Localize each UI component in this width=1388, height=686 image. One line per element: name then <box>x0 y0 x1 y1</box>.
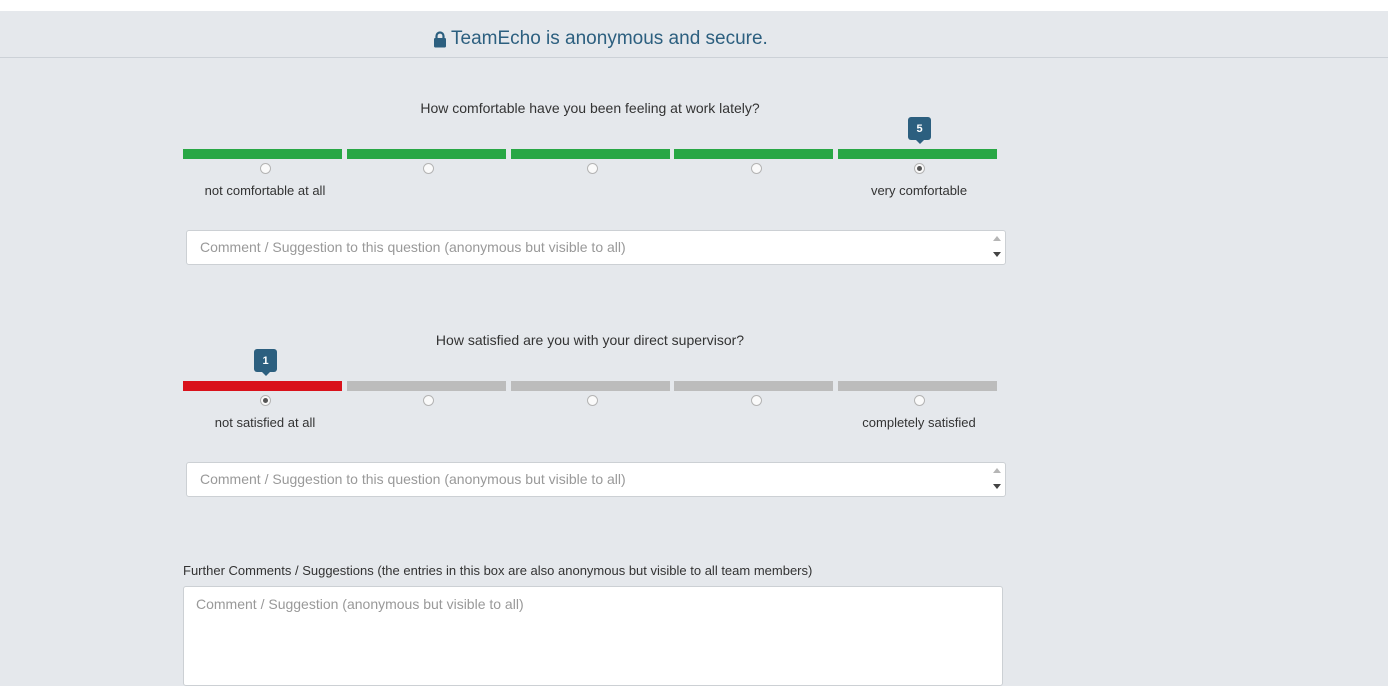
scale-segment-2[interactable] <box>347 149 506 159</box>
scroll-arrows[interactable] <box>990 232 1004 263</box>
comment-placeholder: Comment / Suggestion to this question (a… <box>200 239 626 255</box>
scale-segment-5[interactable] <box>838 381 997 391</box>
scroll-arrows[interactable] <box>990 464 1004 495</box>
further-comments-label: Further Comments / Suggestions (the entr… <box>183 563 813 578</box>
scale-segment-3[interactable] <box>511 149 670 159</box>
scale-segment-1[interactable] <box>183 149 342 159</box>
lock-icon <box>433 30 447 48</box>
question-2-high-label: completely satisfied <box>862 415 976 430</box>
scroll-down-icon[interactable] <box>993 252 1001 257</box>
rating-radio-4[interactable] <box>751 395 762 406</box>
scroll-down-icon[interactable] <box>993 484 1001 489</box>
scale-segment-4[interactable] <box>674 149 833 159</box>
question-2-low-label: not satisfied at all <box>214 415 316 430</box>
rating-radio-5[interactable] <box>914 163 925 174</box>
scroll-up-icon[interactable] <box>993 468 1001 473</box>
question-2-comment-field[interactable]: Comment / Suggestion to this question (a… <box>186 462 1006 497</box>
rating-radio-5[interactable] <box>914 395 925 406</box>
comment-placeholder: Comment / Suggestion to this question (a… <box>200 471 626 487</box>
rating-radio-3[interactable] <box>587 163 598 174</box>
scale-segment-4[interactable] <box>674 381 833 391</box>
rating-radio-2[interactable] <box>423 163 434 174</box>
selected-value-tooltip: 5 <box>908 117 931 144</box>
rating-radio-3[interactable] <box>587 395 598 406</box>
question-1-title: How comfortable have you been feeling at… <box>420 100 760 116</box>
rating-radio-1[interactable] <box>260 163 271 174</box>
rating-radio-2[interactable] <box>423 395 434 406</box>
scale-segment-2[interactable] <box>347 381 506 391</box>
rating-radio-4[interactable] <box>751 163 762 174</box>
scale-segment-5[interactable] <box>838 149 997 159</box>
further-comments-textarea[interactable]: Comment / Suggestion (anonymous but visi… <box>183 586 1003 686</box>
question-1-high-label: very comfortable <box>870 183 968 198</box>
scroll-up-icon[interactable] <box>993 236 1001 241</box>
security-text: TeamEcho is anonymous and secure. <box>451 28 768 49</box>
security-notice: TeamEcho is anonymous and secure. <box>433 28 768 50</box>
top-strip <box>0 0 1388 11</box>
scale-segment-1[interactable] <box>183 381 342 391</box>
question-2-title: How satisfied are you with your direct s… <box>435 332 745 348</box>
question-1-comment-field[interactable]: Comment / Suggestion to this question (a… <box>186 230 1006 265</box>
further-comments-placeholder: Comment / Suggestion (anonymous but visi… <box>196 596 524 612</box>
selected-value-tooltip: 1 <box>254 349 277 376</box>
rating-radio-1[interactable] <box>260 395 271 406</box>
scale-segment-3[interactable] <box>511 381 670 391</box>
question-1-low-label: not comfortable at all <box>204 183 326 198</box>
security-banner: TeamEcho is anonymous and secure. <box>0 11 1388 58</box>
